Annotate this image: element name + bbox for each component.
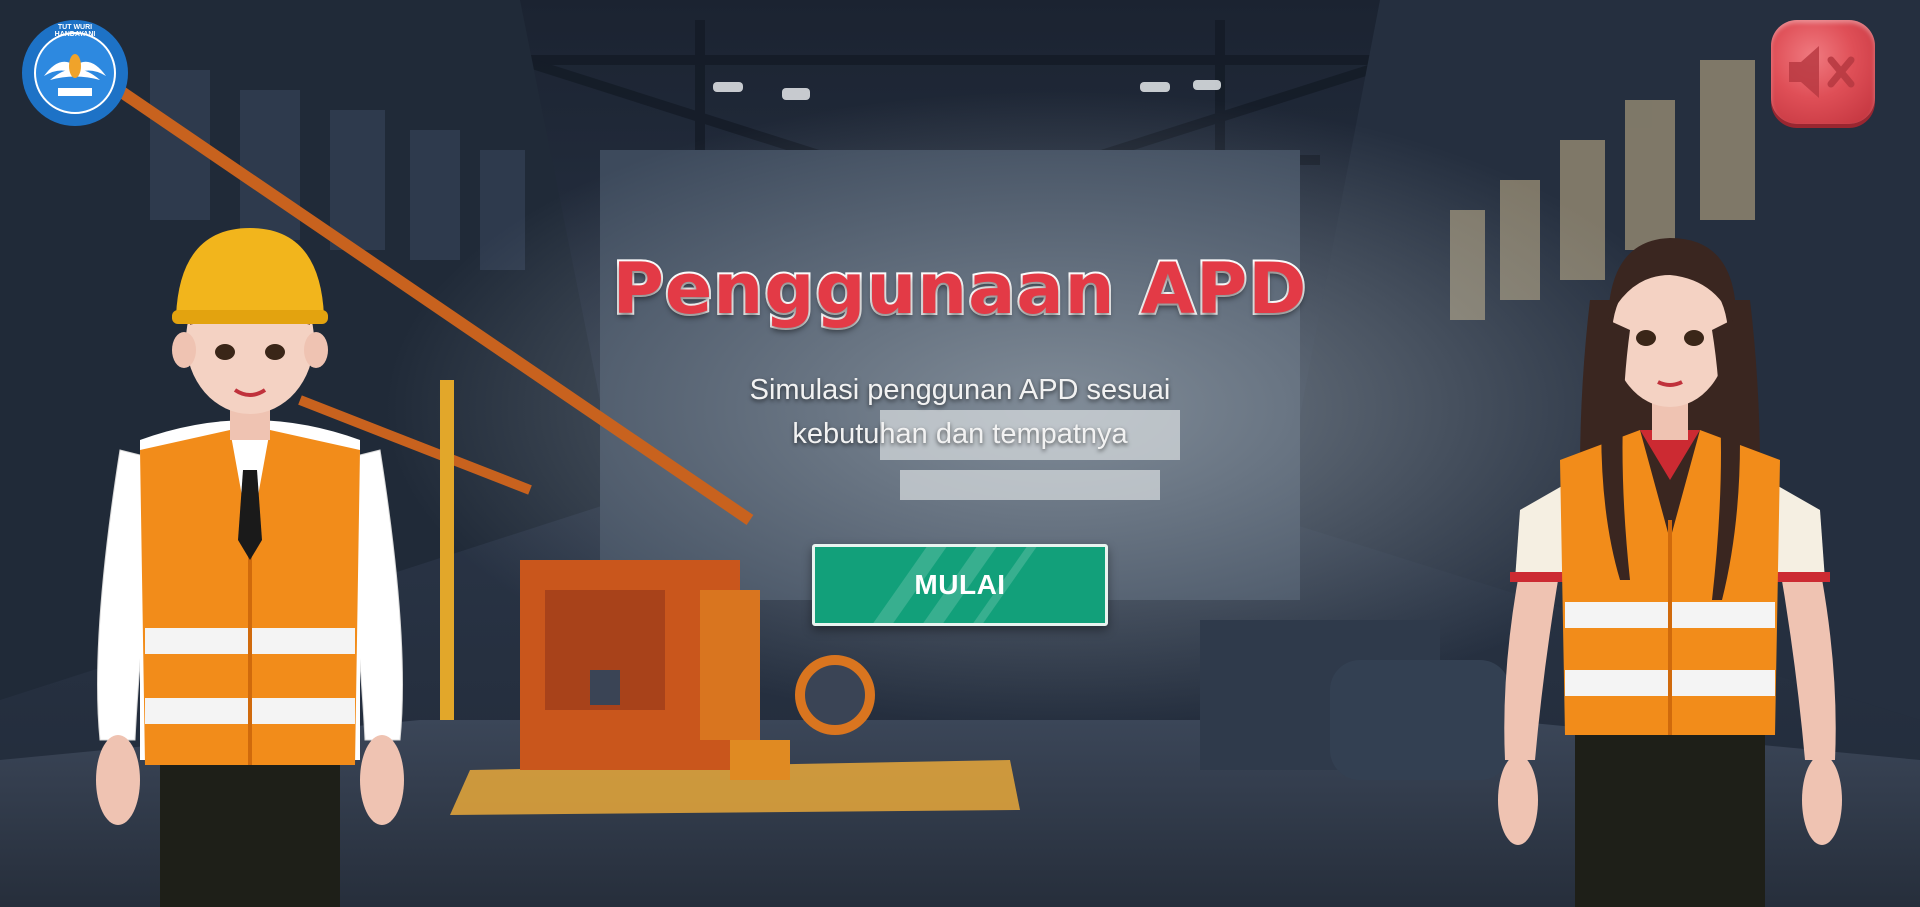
logo-text: TUT WURI HANDAYANI: [54, 24, 96, 38]
game-title: Penggunaan APD: [611, 246, 1309, 332]
title-screen: TUT WURI HANDAYANI Penggunaan APD Simula…: [0, 0, 1920, 907]
male-worker-character: [96, 228, 404, 907]
tut-wuri-handayani-logo: TUT WURI HANDAYANI: [20, 18, 130, 128]
subtitle-line-1: Simulasi penggunan APD sesuai: [749, 374, 1171, 406]
subtitle-line-2: kebutuhan dan tempatnya: [792, 418, 1128, 450]
start-button-label: MULAI: [914, 569, 1006, 600]
start-button[interactable]: MULAI: [812, 544, 1108, 626]
game-subtitle: Simulasi penggunan APD sesuai kebutuhan …: [660, 368, 1260, 456]
mute-button[interactable]: [1771, 20, 1875, 124]
female-worker-character: [1498, 238, 1842, 907]
speaker-muted-icon: [1789, 46, 1855, 98]
